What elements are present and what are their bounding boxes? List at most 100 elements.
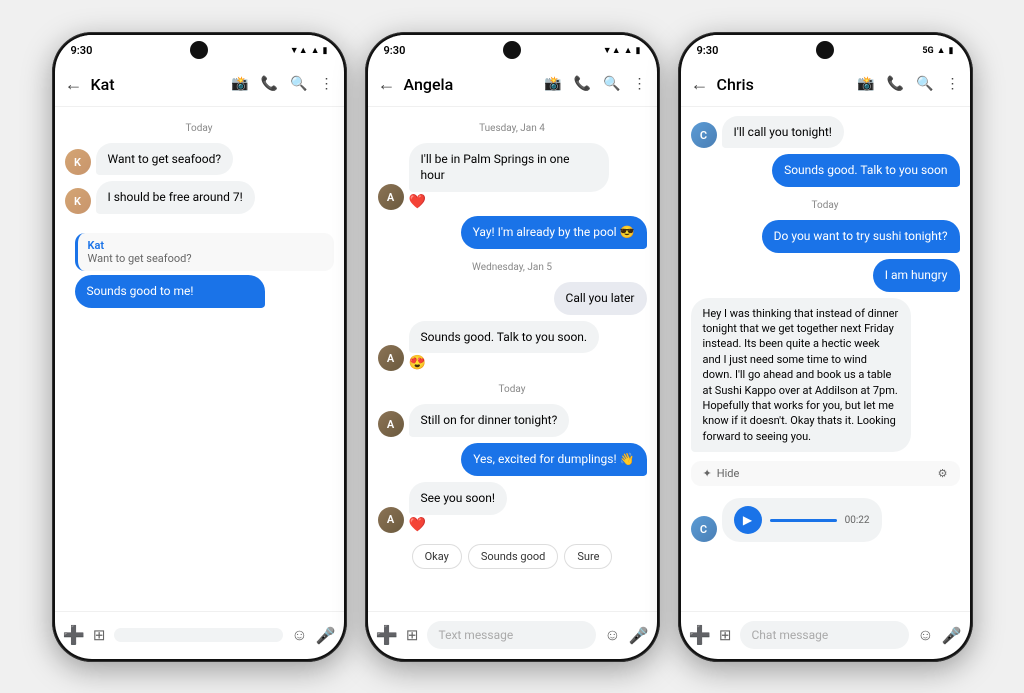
time-chris: 9:30 — [697, 44, 719, 57]
chr-bubble-4: I am hungry — [873, 259, 960, 292]
ang-bubble-7: See you soon! — [409, 482, 507, 515]
mic-icon-angela[interactable]: 🎤 — [629, 626, 649, 645]
chip-sounds-good[interactable]: Sounds good — [468, 544, 558, 569]
contact-name-kat: Kat — [91, 75, 224, 94]
search-icon-kat[interactable]: 🔍 — [290, 76, 307, 92]
ang-msg-4: A Sounds good. Talk to you soon. 😍 — [378, 321, 647, 372]
signal-icon-a: ▼▲ — [603, 45, 621, 56]
chr-bubble-2: Sounds good. Talk to you soon — [772, 154, 959, 187]
input-bar-chris: ➕ ⊞ Chat message ☺ 🎤 — [681, 611, 970, 659]
mic-icon-kat[interactable]: 🎤 — [316, 626, 336, 645]
reaction-1: ❤️ — [409, 194, 609, 210]
time-kat: 9:30 — [71, 44, 93, 57]
back-button-angela[interactable]: ← — [378, 74, 396, 95]
avatar-angela-4: A — [378, 507, 404, 533]
video-icon-angela[interactable]: 📸 — [544, 76, 561, 92]
ang-msg-1: A I'll be in Palm Springs in one hour ❤️ — [378, 143, 647, 211]
ang-bubble-2: Yay! I'm already by the pool 😎 — [461, 216, 647, 249]
chip-sure[interactable]: Sure — [564, 544, 612, 569]
avatar-kat: K — [65, 149, 91, 175]
phones-container: 9:30 ▼▲ ▲ ▮ ← Kat 📸 📞 🔍 ⋮ — [32, 12, 993, 682]
chr-voice-row: C ▶ 00:22 — [691, 498, 960, 542]
sticker-icon-chris[interactable]: ⊞ — [719, 626, 732, 644]
ang-msg-6: Yes, excited for dumplings! 👋 — [378, 443, 647, 476]
sparkle-icon: ✦ — [703, 467, 712, 480]
chr-msg-1: C I'll call you tonight! — [691, 116, 960, 149]
voice-bubble: ▶ 00:22 — [722, 498, 882, 542]
reaction-3: ❤️ — [409, 517, 507, 533]
ang-bubble-3: Call you later — [554, 282, 647, 315]
video-icon-chris[interactable]: 📸 — [857, 76, 874, 92]
wifi-icon-a: ▲ — [624, 45, 633, 56]
date-today-c: Today — [691, 200, 960, 211]
search-icon-angela[interactable]: 🔍 — [603, 76, 620, 92]
ang-msg-7: A See you soon! ❤️ — [378, 482, 647, 533]
add-icon-chris[interactable]: ➕ — [689, 625, 711, 646]
chr-bubble-3: Do you want to try sushi tonight? — [762, 220, 960, 253]
ang-bubble-4: Sounds good. Talk to you soon. — [409, 321, 600, 354]
header-icons-angela: 📸 📞 🔍 ⋮ — [544, 76, 646, 92]
phone-icon-chris[interactable]: 📞 — [887, 76, 904, 92]
chr-msg-4: I am hungry — [691, 259, 960, 292]
sticker-icon-kat[interactable]: ⊞ — [93, 626, 106, 644]
more-icon-chris[interactable]: ⋮ — [946, 76, 960, 92]
chip-okay[interactable]: Okay — [412, 544, 462, 569]
ang-msg-7-wrap: See you soon! ❤️ — [409, 482, 507, 533]
chr-bubble-5: Hey I was thinking that instead of dinne… — [691, 298, 911, 453]
ang-bubble-6: Yes, excited for dumplings! 👋 — [461, 443, 646, 476]
avatar-angela-2: A — [378, 345, 404, 371]
signal-icon: ▼▲ — [290, 45, 308, 56]
msg-row-1: K Want to get seafood? — [65, 143, 334, 176]
input-bar-kat: ➕ ⊞ ☺ 🎤 — [55, 611, 344, 659]
battery-icon-a: ▮ — [636, 46, 641, 56]
add-icon-kat[interactable]: ➕ — [63, 625, 85, 646]
reply-quoted: Want to get seafood? — [88, 252, 324, 265]
reply-name: Kat — [88, 239, 324, 252]
hide-label[interactable]: Hide — [717, 467, 740, 480]
status-icons-angela: ▼▲ ▲ ▮ — [603, 45, 641, 56]
phone-kat: 9:30 ▼▲ ▲ ▮ ← Kat 📸 📞 🔍 ⋮ — [52, 32, 347, 662]
text-input-angela[interactable]: Text message — [427, 621, 597, 649]
sticker-icon-angela[interactable]: ⊞ — [406, 626, 419, 644]
back-button-kat[interactable]: ← — [65, 74, 83, 95]
date-label-kat: Today — [65, 123, 334, 134]
status-icons-chris: 5G ▲ ▮ — [922, 45, 953, 56]
header-icons-chris: 📸 📞 🔍 ⋮ — [857, 76, 959, 92]
signal-icon-c: ▲ — [937, 45, 946, 56]
wifi-icon: ▲ — [311, 45, 320, 56]
search-icon-chris[interactable]: 🔍 — [916, 76, 933, 92]
more-icon-angela[interactable]: ⋮ — [633, 76, 647, 92]
more-icon-kat[interactable]: ⋮ — [320, 76, 334, 92]
ang-msg-1-wrap: I'll be in Palm Springs in one hour ❤️ — [409, 143, 609, 211]
bubble-2: I should be free around 7! — [96, 181, 255, 214]
ang-bubble-5: Still on for dinner tonight? — [409, 404, 570, 437]
back-button-chris[interactable]: ← — [691, 74, 709, 95]
ang-msg-3: Call you later — [378, 282, 647, 315]
status-bar-angela: 9:30 ▼▲ ▲ ▮ — [368, 35, 657, 63]
video-icon-kat[interactable]: 📸 — [231, 76, 248, 92]
date-wed: Wednesday, Jan 5 — [378, 262, 647, 273]
reply-container: Kat Want to get seafood? Sounds good to … — [75, 229, 334, 308]
text-input-kat[interactable] — [114, 628, 284, 642]
bubble-1: Want to get seafood? — [96, 143, 234, 176]
mic-icon-chris[interactable]: 🎤 — [942, 626, 962, 645]
emoji-icon-kat[interactable]: ☺ — [291, 625, 307, 645]
emoji-icon-angela[interactable]: ☺ — [604, 625, 620, 645]
text-input-chris[interactable]: Chat message — [740, 621, 910, 649]
settings-icon[interactable]: ⚙ — [938, 467, 948, 480]
chr-msg-3: Do you want to try sushi tonight? — [691, 220, 960, 253]
add-icon-angela[interactable]: ➕ — [376, 625, 398, 646]
chr-bubble-1: I'll call you tonight! — [722, 116, 844, 149]
phone-icon-kat[interactable]: 📞 — [261, 76, 278, 92]
emoji-icon-chris[interactable]: ☺ — [917, 625, 933, 645]
phone-icon-angela[interactable]: 📞 — [574, 76, 591, 92]
avatar-angela-3: A — [378, 411, 404, 437]
reaction-2: 😍 — [409, 355, 600, 371]
chr-msg-5: Hey I was thinking that instead of dinne… — [691, 298, 960, 453]
phone-chris: 9:30 5G ▲ ▮ ← Chris 📸 📞 🔍 ⋮ — [678, 32, 973, 662]
reply-box-kat: Kat Want to get seafood? — [75, 233, 334, 271]
hide-left: ✦ Hide — [703, 467, 740, 480]
chr-msg-2: Sounds good. Talk to you soon — [691, 154, 960, 187]
play-button[interactable]: ▶ — [734, 506, 762, 534]
status-bar-kat: 9:30 ▼▲ ▲ ▮ — [55, 35, 344, 63]
